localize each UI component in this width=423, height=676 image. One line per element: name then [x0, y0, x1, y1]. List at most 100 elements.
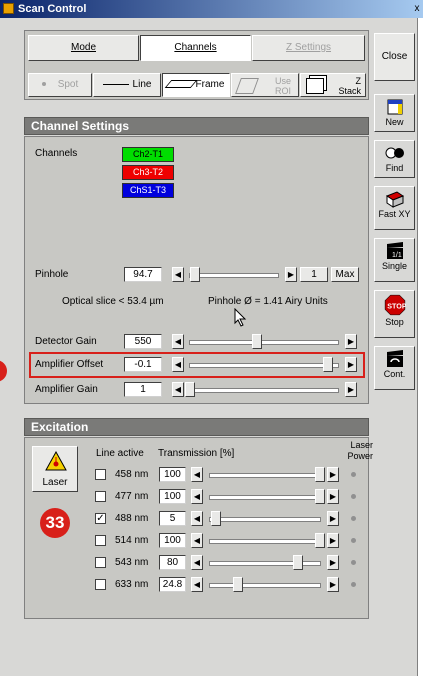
- line-active-checkbox-5[interactable]: [95, 579, 106, 590]
- transmission-increase-arrow-2[interactable]: ▶: [327, 511, 339, 526]
- laser-power-indicator-5: [351, 582, 356, 587]
- transmission-increase-arrow-5[interactable]: ▶: [327, 577, 339, 592]
- detector-gain-slider-thumb[interactable]: [252, 334, 262, 349]
- detector-gain-slider[interactable]: [185, 334, 343, 349]
- amplifier-offset-slider-thumb[interactable]: [323, 357, 333, 372]
- laser-wavelength-label: 458 nm: [115, 469, 149, 480]
- stop-button[interactable]: STOP Stop: [374, 290, 415, 338]
- amplifier-offset-decrease-arrow[interactable]: ◀: [172, 357, 184, 372]
- transmission-field-3[interactable]: 100: [159, 533, 186, 548]
- amplifier-gain-field[interactable]: 1: [124, 382, 162, 397]
- line-active-checkbox-3[interactable]: [95, 535, 106, 546]
- svg-text:STOP: STOP: [387, 302, 406, 310]
- excitation-header: Excitation: [24, 418, 369, 436]
- use-roi-button[interactable]: Use ROI: [231, 73, 299, 97]
- amplifier-gain-increase-arrow[interactable]: ▶: [345, 382, 357, 397]
- transmission-decrease-arrow-0[interactable]: ◀: [191, 467, 203, 482]
- spot-button[interactable]: Spot: [28, 73, 92, 97]
- amplifier-gain-slider-thumb[interactable]: [185, 382, 195, 397]
- transmission-field-1[interactable]: 100: [159, 489, 186, 504]
- z-stack-button[interactable]: Z Stack: [300, 73, 366, 97]
- close-window-icon[interactable]: x: [411, 0, 423, 18]
- line-button[interactable]: Line: [93, 73, 161, 97]
- single-scan-icon: 1/1: [386, 242, 403, 259]
- transmission-decrease-arrow-5[interactable]: ◀: [191, 577, 203, 592]
- pinhole-decrease-arrow[interactable]: ◀: [172, 267, 184, 282]
- laser-power-indicator-1: [351, 494, 356, 499]
- transmission-increase-arrow-3[interactable]: ▶: [327, 533, 339, 548]
- z-stack-icon: [306, 78, 324, 94]
- roi-icon: [235, 78, 259, 94]
- line-active-checkbox-0[interactable]: [95, 469, 106, 480]
- transmission-decrease-arrow-4[interactable]: ◀: [191, 555, 203, 570]
- transmission-field-5[interactable]: 24.8: [159, 577, 186, 592]
- detector-gain-label: Detector Gain: [35, 336, 97, 347]
- fast-xy-button[interactable]: Fast XY: [374, 186, 415, 230]
- app-icon: [3, 3, 14, 14]
- frame-icon: [164, 80, 197, 89]
- pinhole-max-button[interactable]: Max: [331, 267, 359, 282]
- amplifier-offset-label: Amplifier Offset: [35, 359, 104, 370]
- continuous-button[interactable]: Cont.: [374, 346, 415, 390]
- continuous-scan-icon: [386, 350, 403, 367]
- frame-button[interactable]: Frame: [162, 73, 230, 97]
- pinhole-slider[interactable]: [185, 267, 283, 282]
- transmission-slider-thumb-2[interactable]: [211, 511, 221, 526]
- transmission-slider-5[interactable]: [205, 577, 325, 592]
- pinhole-slider-thumb[interactable]: [190, 267, 200, 282]
- transmission-decrease-arrow-3[interactable]: ◀: [191, 533, 203, 548]
- line-active-checkbox-1[interactable]: [95, 491, 106, 502]
- pinhole-airy-text: Pinhole Ø = 1.41 Airy Units: [208, 296, 328, 307]
- transmission-slider-thumb-0[interactable]: [315, 467, 325, 482]
- detector-gain-field[interactable]: 550: [124, 334, 162, 349]
- transmission-increase-arrow-4[interactable]: ▶: [327, 555, 339, 570]
- new-button[interactable]: New: [374, 94, 415, 132]
- transmission-field-2[interactable]: 5: [159, 511, 186, 526]
- transmission-slider-4[interactable]: [205, 555, 325, 570]
- laser-wavelength-label: 543 nm: [115, 557, 149, 568]
- transmission-decrease-arrow-1[interactable]: ◀: [191, 489, 203, 504]
- line-active-checkbox-4[interactable]: [95, 557, 106, 568]
- callout-number-badge: 33: [40, 508, 70, 538]
- pinhole-step-button[interactable]: 1: [300, 267, 328, 282]
- transmission-decrease-arrow-2[interactable]: ◀: [191, 511, 203, 526]
- laser-button[interactable]: Laser: [32, 446, 78, 492]
- amplifier-gain-decrease-arrow[interactable]: ◀: [172, 382, 184, 397]
- transmission-header: Transmission [%]: [158, 448, 235, 459]
- amplifier-offset-increase-arrow[interactable]: ▶: [345, 357, 357, 372]
- close-button[interactable]: Close: [374, 33, 415, 81]
- find-icon: [385, 147, 404, 159]
- amplifier-offset-field[interactable]: -0.1: [124, 357, 162, 372]
- single-button[interactable]: 1/1 Single: [374, 238, 415, 282]
- detector-gain-increase-arrow[interactable]: ▶: [345, 334, 357, 349]
- channel-ch2-t1[interactable]: Ch2-T1: [122, 147, 174, 162]
- transmission-slider-thumb-1[interactable]: [315, 489, 325, 504]
- transmission-field-0[interactable]: 100: [159, 467, 186, 482]
- find-button[interactable]: Find: [374, 140, 415, 178]
- channel-chs1-t3[interactable]: ChS1-T3: [122, 183, 174, 198]
- line-active-checkbox-2[interactable]: ✓: [95, 513, 106, 524]
- transmission-field-4[interactable]: 80: [159, 555, 186, 570]
- laser-wavelength-label: 477 nm: [115, 491, 149, 502]
- amplifier-gain-slider[interactable]: [185, 382, 343, 397]
- amplifier-offset-slider[interactable]: [185, 357, 343, 372]
- transmission-increase-arrow-1[interactable]: ▶: [327, 489, 339, 504]
- transmission-slider-thumb-5[interactable]: [233, 577, 243, 592]
- laser-wavelength-label: 514 nm: [115, 535, 149, 546]
- transmission-increase-arrow-0[interactable]: ▶: [327, 467, 339, 482]
- transmission-slider-3[interactable]: [205, 533, 325, 548]
- svg-text:1/1: 1/1: [392, 252, 402, 259]
- transmission-slider-2[interactable]: [205, 511, 325, 526]
- pinhole-increase-arrow[interactable]: ▶: [285, 267, 297, 282]
- detector-gain-decrease-arrow[interactable]: ◀: [172, 334, 184, 349]
- channel-ch3-t2[interactable]: Ch3-T2: [122, 165, 174, 180]
- line-active-header: Line active: [96, 448, 144, 459]
- transmission-slider-0[interactable]: [205, 467, 325, 482]
- tab-mode[interactable]: Mode: [28, 35, 139, 61]
- tab-channels[interactable]: Channels: [140, 35, 251, 61]
- transmission-slider-1[interactable]: [205, 489, 325, 504]
- transmission-slider-thumb-3[interactable]: [315, 533, 325, 548]
- tab-z-settings[interactable]: Z Settings: [252, 35, 365, 61]
- transmission-slider-thumb-4[interactable]: [293, 555, 303, 570]
- pinhole-value-field[interactable]: 94.7: [124, 267, 162, 282]
